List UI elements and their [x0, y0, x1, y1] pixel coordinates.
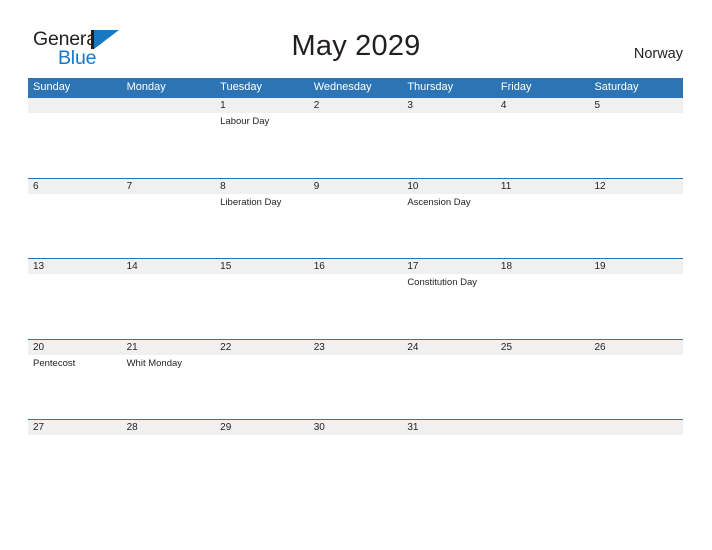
day-number: [33, 98, 122, 113]
day-cell[interactable]: 18: [496, 259, 590, 339]
day-number: 20: [33, 341, 45, 353]
day-number: 15: [220, 261, 232, 272]
day-cell[interactable]: 19: [589, 259, 683, 339]
day-cell[interactable]: [122, 98, 216, 178]
day-cell[interactable]: 6: [28, 179, 122, 259]
day-cell[interactable]: 27: [28, 420, 122, 500]
day-number: 25: [500, 341, 513, 353]
day-number: 6: [33, 180, 39, 192]
day-cell[interactable]: 29: [215, 420, 309, 500]
day-number: 3: [407, 100, 413, 111]
day-number: 19: [594, 261, 606, 272]
day-number: 24: [407, 341, 419, 353]
weekday-header-tuesday: Tuesday: [220, 81, 262, 93]
day-number: 11: [500, 180, 512, 192]
day-number: 13: [33, 261, 45, 272]
day-cell[interactable]: 17 Constitution Day: [402, 259, 496, 339]
day-number: 26: [594, 341, 606, 353]
day-cell[interactable]: 24: [402, 340, 496, 420]
day-cell[interactable]: [28, 98, 122, 178]
calendar-page: General Blue May 2029 Norway Sunday Mond…: [0, 0, 712, 550]
day-number: 23: [313, 341, 325, 353]
day-number: 30: [313, 422, 325, 433]
day-cell[interactable]: 11: [496, 179, 590, 259]
day-number: [127, 98, 216, 113]
day-cell[interactable]: 31: [402, 420, 496, 500]
day-number: 17: [407, 261, 419, 272]
day-number: 12: [594, 180, 606, 192]
day-event: Whit Monday: [126, 357, 183, 369]
day-number: 21: [126, 341, 138, 353]
day-event: Liberation Day: [220, 196, 282, 208]
weekday-header-saturday: Saturday: [594, 81, 639, 93]
country-label: Norway: [633, 46, 683, 62]
day-number: 18: [500, 261, 513, 272]
page-header: General Blue May 2029 Norway: [0, 0, 712, 76]
day-cell[interactable]: 14: [122, 259, 216, 339]
day-number: 29: [220, 422, 232, 433]
day-cell[interactable]: 4: [496, 98, 590, 178]
day-cell[interactable]: 2: [309, 98, 403, 178]
day-number: 22: [220, 341, 232, 353]
day-number: 10: [407, 180, 419, 192]
day-number: 14: [126, 261, 138, 272]
day-cell[interactable]: 23: [309, 340, 403, 420]
day-number: 2: [313, 100, 320, 111]
weekday-header-monday: Monday: [126, 81, 166, 93]
day-cell[interactable]: 8 Liberation Day: [215, 179, 309, 259]
calendar-week-row: 6 7 8 Liberation Day 9 10 Ascension Day …: [28, 177, 683, 259]
day-number: 9: [313, 180, 320, 192]
day-number: 28: [126, 422, 138, 433]
calendar-grid: Sunday Monday Tuesday Wednesday Thursday…: [28, 78, 683, 500]
calendar-week-row: 27 28 29 30 31: [28, 419, 683, 500]
day-cell[interactable]: [496, 420, 590, 500]
day-cell[interactable]: 20 Pentecost: [28, 340, 122, 420]
calendar-week-row: 20 Pentecost 21 Whit Monday 22 23 24 25: [28, 338, 683, 420]
day-cell[interactable]: 25: [496, 340, 590, 420]
day-number: 4: [500, 100, 507, 111]
day-number: [501, 420, 590, 435]
day-cell[interactable]: 26: [589, 340, 683, 420]
day-cell[interactable]: 7: [122, 179, 216, 259]
day-cell[interactable]: 30: [309, 420, 403, 500]
day-cell[interactable]: 9: [309, 179, 403, 259]
day-cell[interactable]: 3: [402, 98, 496, 178]
day-number: 7: [126, 180, 133, 192]
day-cell[interactable]: 21 Whit Monday: [122, 340, 216, 420]
day-number: 1: [220, 100, 226, 111]
day-cell[interactable]: 1 Labour Day: [215, 98, 309, 178]
weekday-header-sunday: Sunday: [33, 81, 71, 93]
day-event: Constitution Day: [407, 277, 478, 288]
day-number: 31: [407, 422, 419, 433]
day-cell[interactable]: 15: [215, 259, 309, 339]
day-cell[interactable]: 13: [28, 259, 122, 339]
calendar-week-row: 13 14 15 16 17 Constitution Day 18 19: [28, 258, 683, 339]
day-event: Labour Day: [220, 116, 270, 127]
day-cell[interactable]: 12: [589, 179, 683, 259]
day-cell[interactable]: 5: [589, 98, 683, 178]
day-number: 8: [220, 180, 226, 192]
day-cell[interactable]: 16: [309, 259, 403, 339]
day-number: 27: [33, 422, 45, 433]
day-event: Ascension Day: [407, 196, 471, 208]
day-cell[interactable]: [589, 420, 683, 500]
weekday-header-thursday: Thursday: [407, 81, 454, 93]
day-cell[interactable]: 28: [122, 420, 216, 500]
day-number: [594, 420, 683, 435]
day-cell[interactable]: 22: [215, 340, 309, 420]
day-event: Pentecost: [33, 357, 76, 369]
page-title: May 2029: [291, 30, 421, 62]
calendar-week-row: 1 Labour Day 2 3 4 5: [28, 97, 683, 178]
day-cell[interactable]: 10 Ascension Day: [402, 179, 496, 259]
weekday-header-friday: Friday: [500, 81, 532, 93]
weekday-header-wednesday: Wednesday: [313, 81, 372, 93]
day-number: 16: [313, 261, 325, 272]
weekday-header-row: Sunday Monday Tuesday Wednesday Thursday…: [28, 78, 683, 97]
day-number: 5: [594, 100, 601, 111]
